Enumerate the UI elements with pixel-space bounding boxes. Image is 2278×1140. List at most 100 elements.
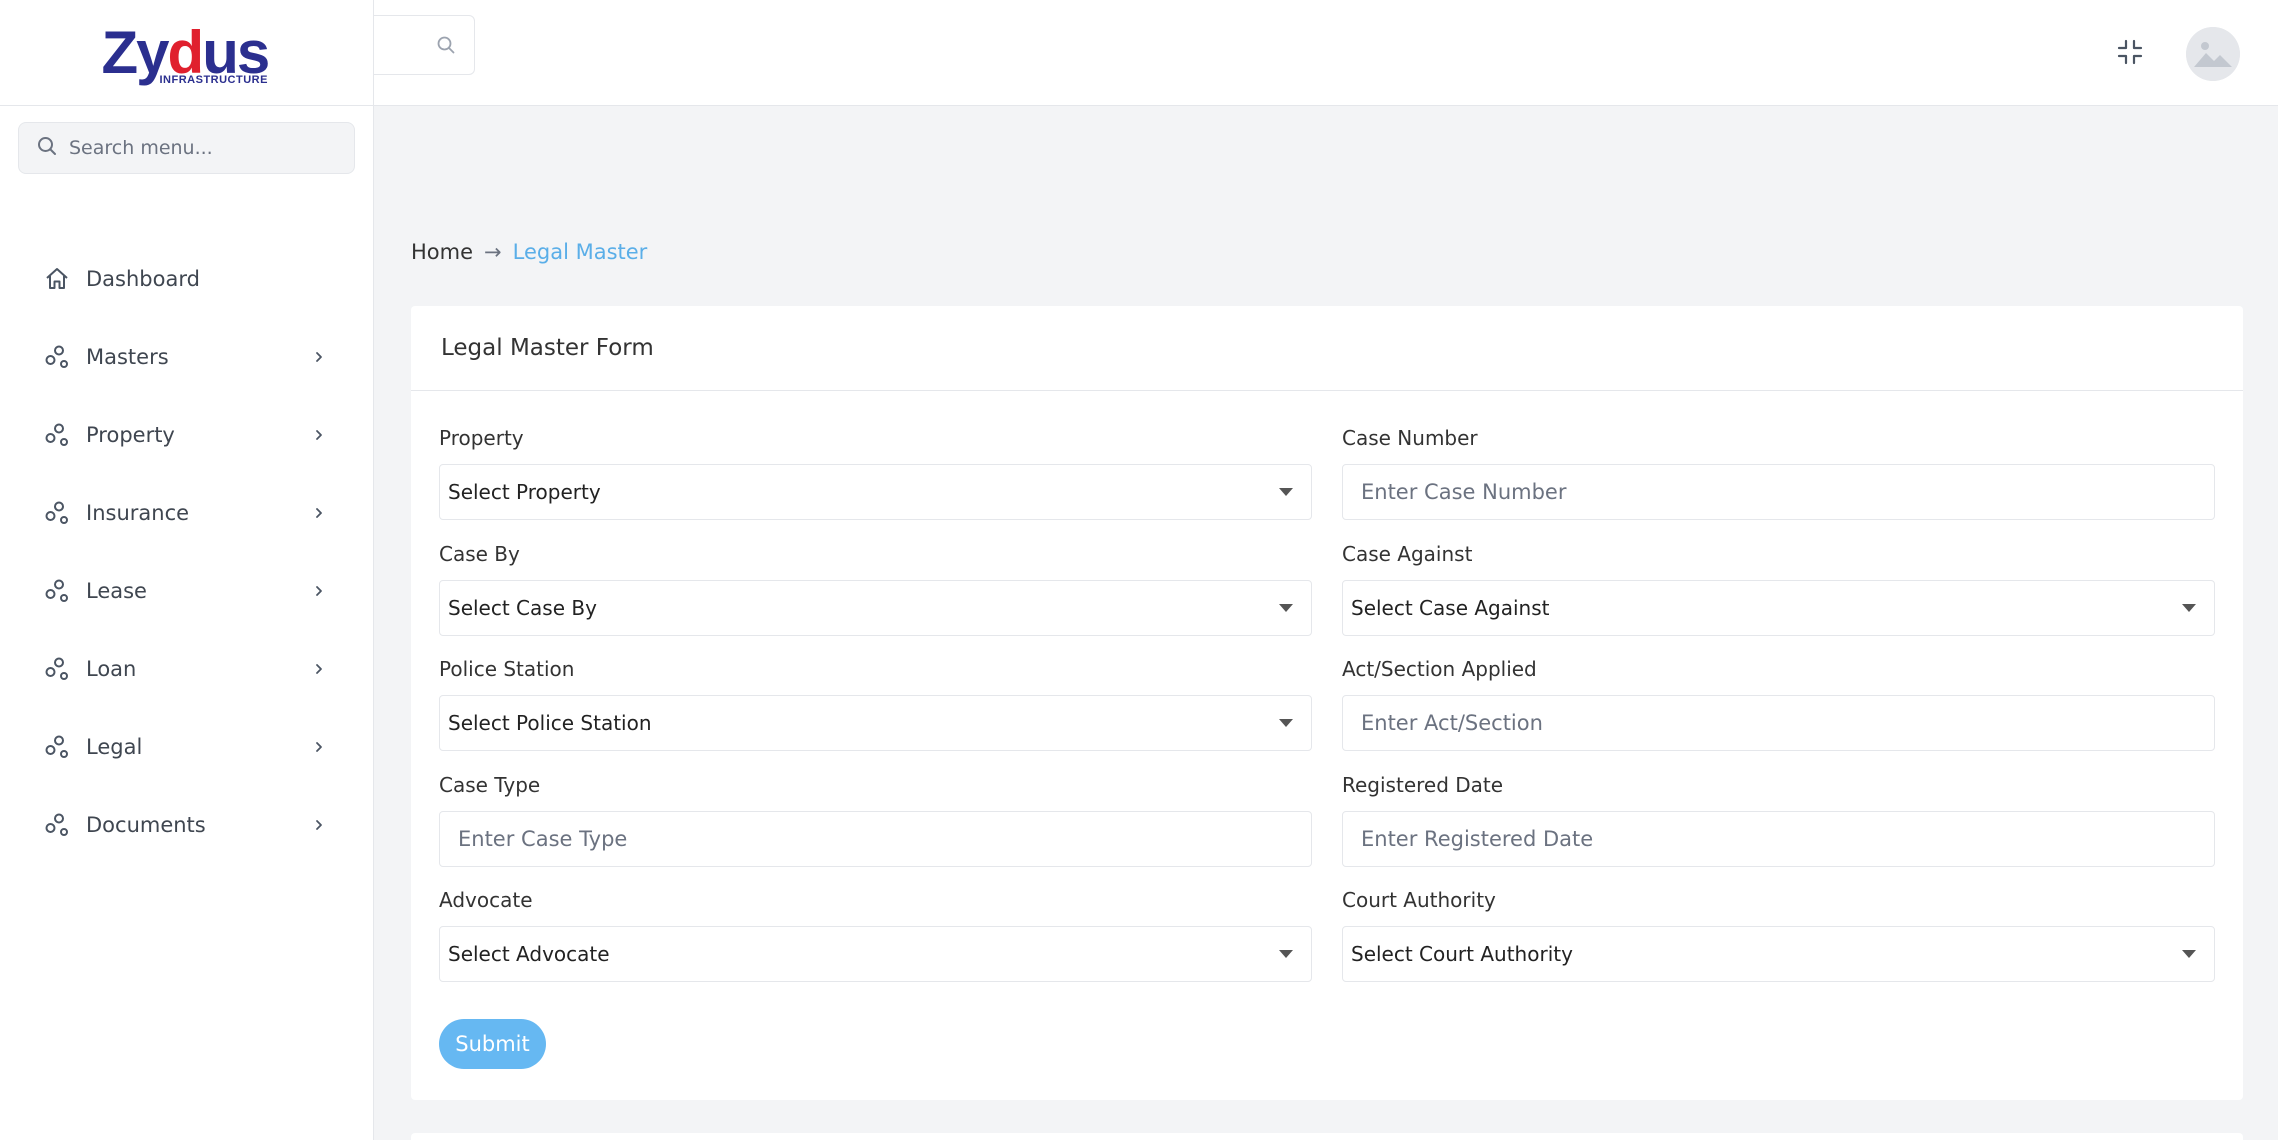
circles-icon — [44, 422, 70, 448]
chevron-right-icon — [316, 586, 322, 596]
sidebar-item-legal[interactable]: Legal — [0, 708, 374, 786]
property-field: Property Select Property — [439, 423, 1312, 520]
sidebar-item-label: Loan — [86, 657, 137, 681]
case-by-select-value: Select Case By — [448, 596, 597, 620]
case-by-select[interactable]: Select Case By — [439, 580, 1312, 636]
registered-date-label: Registered Date — [1342, 773, 1504, 797]
case-number-label: Case Number — [1342, 426, 1478, 450]
sidebar-nav: Dashboard Masters Property Insurance Lea… — [0, 240, 374, 864]
caret-down-icon — [1279, 719, 1293, 727]
sidebar-item-label: Documents — [86, 813, 206, 837]
sidebar-item-lease[interactable]: Lease — [0, 552, 374, 630]
caret-down-icon — [1279, 488, 1293, 496]
sidebar-item-label: Property — [86, 423, 175, 447]
act-section-input[interactable] — [1361, 711, 2214, 735]
police-station-select[interactable]: Select Police Station — [439, 695, 1312, 751]
case-against-label: Case Against — [1342, 542, 1473, 566]
property-select[interactable]: Select Property — [439, 464, 1312, 520]
sidebar-item-label: Masters — [86, 345, 169, 369]
case-against-field: Case Against Select Case Against — [1342, 539, 2215, 636]
sidebar-item-insurance[interactable]: Insurance — [0, 474, 374, 552]
home-icon — [44, 266, 70, 292]
breadcrumb: Home → Legal Master — [411, 240, 647, 264]
case-type-field: Case Type — [439, 770, 1312, 867]
court-authority-field: Court Authority Select Court Authority — [1342, 885, 2215, 982]
avatar[interactable] — [2186, 27, 2240, 81]
police-station-select-value: Select Police Station — [448, 711, 652, 735]
sidebar-item-masters[interactable]: Masters — [0, 318, 374, 396]
advocate-select[interactable]: Select Advocate — [439, 926, 1312, 982]
property-select-value: Select Property — [448, 480, 601, 504]
logo-area: Zydus INFRASTRUCTURE — [0, 0, 373, 106]
search-icon — [437, 36, 455, 54]
case-number-wrapper — [1342, 464, 2215, 520]
circles-icon — [44, 812, 70, 838]
breadcrumb-home[interactable]: Home — [411, 240, 473, 264]
chevron-right-icon — [316, 742, 322, 752]
case-against-select[interactable]: Select Case Against — [1342, 580, 2215, 636]
sidebar-search — [18, 122, 355, 174]
case-by-label: Case By — [439, 542, 520, 566]
collapse-icon — [2117, 39, 2143, 65]
caret-down-icon — [2182, 950, 2196, 958]
court-authority-select[interactable]: Select Court Authority — [1342, 926, 2215, 982]
sidebar-item-label: Insurance — [86, 501, 190, 525]
legal-master-form-card: Legal Master Form Property Select Proper… — [411, 306, 2243, 1100]
sidebar-item-loan[interactable]: Loan — [0, 630, 374, 708]
court-authority-label: Court Authority — [1342, 888, 1496, 912]
advocate-select-value: Select Advocate — [448, 942, 610, 966]
circles-icon — [44, 656, 70, 682]
circles-icon — [44, 578, 70, 604]
brand-text-1: Zy — [101, 18, 170, 86]
advocate-label: Advocate — [439, 888, 533, 912]
act-section-label: Act/Section Applied — [1342, 657, 1537, 681]
caret-down-icon — [1279, 604, 1293, 612]
police-station-field: Police Station Select Police Station — [439, 654, 1312, 751]
search-icon — [37, 136, 57, 160]
act-section-wrapper — [1342, 695, 2215, 751]
breadcrumb-separator: → — [484, 240, 502, 264]
sidebar-item-dashboard[interactable]: Dashboard — [0, 240, 374, 318]
sidebar-item-documents[interactable]: Documents — [0, 786, 374, 864]
secondary-card — [411, 1133, 2243, 1140]
chevron-right-icon — [316, 664, 322, 674]
act-section-field: Act/Section Applied — [1342, 654, 2215, 751]
form-title: Legal Master Form — [441, 335, 654, 361]
top-bar — [374, 0, 2278, 106]
registered-date-field: Registered Date — [1342, 770, 2215, 867]
case-by-field: Case By Select Case By — [439, 539, 1312, 636]
circles-icon — [44, 734, 70, 760]
collapse-fullscreen-button[interactable] — [2116, 38, 2144, 66]
case-type-label: Case Type — [439, 773, 541, 797]
sidebar-item-label: Legal — [86, 735, 143, 759]
case-number-input[interactable] — [1361, 480, 2214, 504]
property-label: Property — [439, 426, 524, 450]
brand-logo[interactable]: Zydus INFRASTRUCTURE — [102, 18, 272, 88]
card-header: Legal Master Form — [411, 306, 2243, 391]
registered-date-wrapper — [1342, 811, 2215, 867]
case-type-wrapper — [439, 811, 1312, 867]
advocate-field: Advocate Select Advocate — [439, 885, 1312, 982]
caret-down-icon — [1279, 950, 1293, 958]
chevron-right-icon — [316, 430, 322, 440]
sidebar-item-label: Lease — [86, 579, 147, 603]
chevron-right-icon — [316, 508, 322, 518]
brand-subtitle: INFRASTRUCTURE — [159, 73, 268, 86]
submit-button[interactable]: Submit — [439, 1019, 546, 1069]
avatar-placeholder-icon — [2186, 27, 2240, 81]
top-search-button[interactable] — [374, 15, 475, 75]
chevron-right-icon — [316, 820, 322, 830]
sidebar-search-input[interactable] — [69, 137, 339, 159]
sidebar-item-property[interactable]: Property — [0, 396, 374, 474]
court-authority-select-value: Select Court Authority — [1351, 942, 1573, 966]
sidebar-item-label: Dashboard — [86, 267, 200, 291]
case-number-field: Case Number — [1342, 423, 2215, 520]
breadcrumb-current: Legal Master — [512, 240, 648, 264]
circles-icon — [44, 500, 70, 526]
sidebar: Zydus INFRASTRUCTURE Dashboard Masters — [0, 0, 374, 1140]
caret-down-icon — [2182, 604, 2196, 612]
police-station-label: Police Station — [439, 657, 575, 681]
registered-date-input[interactable] — [1361, 827, 2214, 851]
circles-icon — [44, 344, 70, 370]
case-type-input[interactable] — [458, 827, 1311, 851]
